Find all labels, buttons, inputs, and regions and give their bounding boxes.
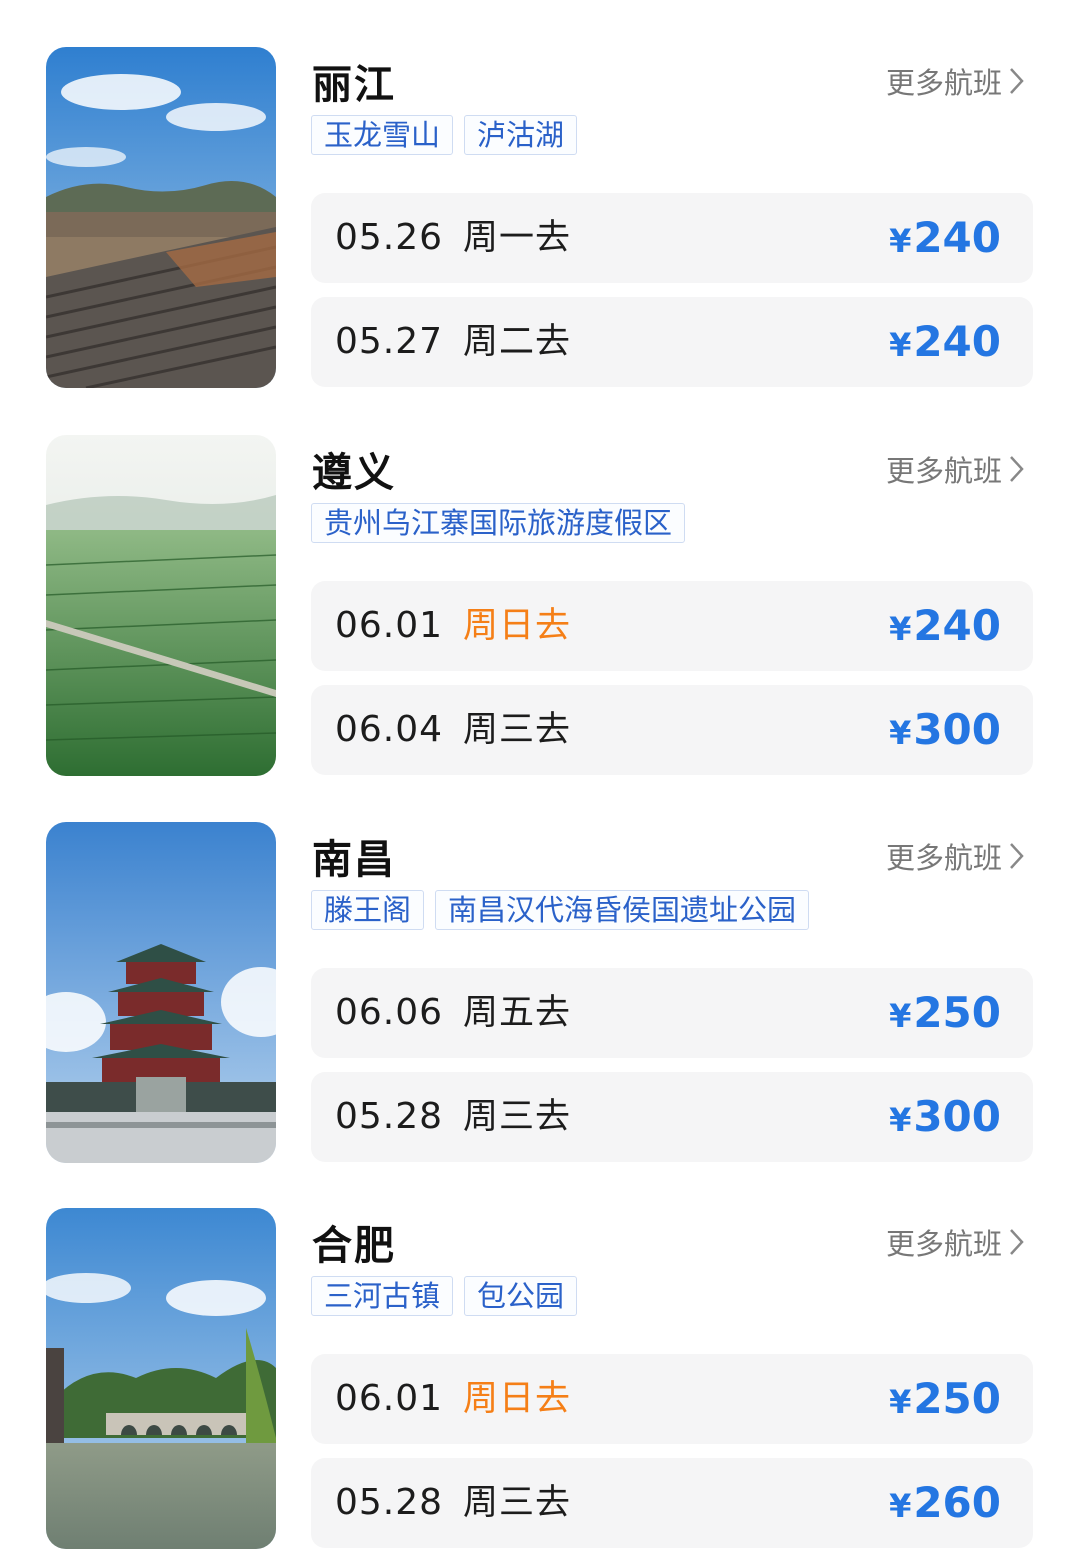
more-flights-label: 更多航班: [885, 454, 1002, 488]
more-flights-link[interactable]: 更多航班: [886, 448, 1028, 490]
flight-weekday: 周三去: [463, 710, 572, 750]
currency-symbol: ¥: [889, 1487, 912, 1525]
flight-option-row[interactable]: 05.27 周二去 ¥240: [311, 297, 1033, 387]
attraction-tag[interactable]: 三河古镇: [311, 1276, 454, 1316]
flight-weekday: 周二去: [463, 322, 572, 362]
more-flights-label: 更多航班: [885, 841, 1002, 875]
tengwang-pavilion-image: [46, 822, 276, 1163]
flight-price: ¥240: [889, 193, 1001, 286]
flight-option-row[interactable]: 05.28 周三去 ¥260: [311, 1458, 1033, 1548]
flight-weekday: 周日去: [463, 606, 572, 646]
currency-symbol: ¥: [889, 997, 912, 1035]
flight-price: ¥240: [889, 581, 1001, 674]
flight-price: ¥300: [889, 1072, 1001, 1165]
destination-card-zunyi[interactable]: 遵义 更多航班 贵州乌江寨国际旅游度假区 06.01 周日去 ¥240 06.0…: [0, 388, 1080, 776]
flight-date: 05.28: [335, 1482, 444, 1523]
destination-photo-hefei[interactable]: [46, 1208, 276, 1549]
destination-photo-zunyi[interactable]: [46, 435, 276, 776]
flight-weekday: 周三去: [463, 1097, 572, 1137]
flight-option-row[interactable]: 06.01 周日去 ¥240: [311, 581, 1033, 671]
destination-photo-lijiang[interactable]: [46, 47, 276, 388]
flight-date: 06.06: [335, 992, 444, 1033]
city-name: 合肥: [312, 1223, 396, 1269]
flight-price: ¥240: [889, 297, 1001, 390]
flight-date: 05.26: [335, 217, 444, 258]
flight-date: 06.04: [335, 709, 444, 750]
flight-weekday: 周三去: [463, 1483, 572, 1523]
destination-card-lijiang[interactable]: 丽江 更多航班 玉龙雪山 泸沽湖 05.26 周一去 ¥240 05.27 周二…: [0, 0, 1080, 388]
attraction-tag[interactable]: 包公园: [464, 1276, 578, 1316]
chevron-right-icon: [1010, 843, 1024, 869]
flight-date: 05.27: [335, 321, 444, 362]
attraction-tags: 滕王阁 南昌汉代海昏侯国遗址公园: [311, 890, 810, 930]
price-amount: 250: [913, 988, 1001, 1037]
currency-symbol: ¥: [889, 714, 912, 752]
flight-option-row[interactable]: 05.28 周三去 ¥300: [311, 1072, 1033, 1162]
price-amount: 300: [913, 1092, 1001, 1141]
currency-symbol: ¥: [889, 1101, 912, 1139]
attraction-tags: 三河古镇 包公园: [311, 1276, 578, 1316]
attraction-tag[interactable]: 贵州乌江寨国际旅游度假区: [311, 503, 686, 543]
currency-symbol: ¥: [889, 1383, 912, 1421]
destination-photo-nanchang[interactable]: [46, 822, 276, 1163]
flight-weekday: 周日去: [463, 1379, 572, 1419]
price-amount: 300: [913, 705, 1001, 754]
price-amount: 240: [913, 213, 1001, 262]
flight-price: ¥260: [889, 1458, 1001, 1551]
city-name: 丽江: [312, 62, 396, 108]
chevron-right-icon: [1010, 456, 1024, 482]
price-amount: 240: [913, 601, 1001, 650]
chevron-right-icon: [1010, 68, 1024, 94]
attraction-tag[interactable]: 滕王阁: [311, 890, 425, 930]
flight-weekday: 周一去: [463, 218, 572, 258]
currency-symbol: ¥: [889, 222, 912, 260]
price-amount: 260: [913, 1478, 1001, 1527]
price-amount: 250: [913, 1374, 1001, 1423]
currency-symbol: ¥: [889, 610, 912, 648]
flight-option-row[interactable]: 06.06 周五去 ¥250: [311, 968, 1033, 1058]
flight-price: ¥250: [889, 968, 1001, 1061]
more-flights-link[interactable]: 更多航班: [886, 835, 1028, 877]
flight-price: ¥250: [889, 1354, 1001, 1447]
city-name: 遵义: [312, 450, 396, 496]
flight-date: 06.01: [335, 605, 444, 646]
attraction-tag[interactable]: 玉龙雪山: [311, 115, 454, 155]
more-flights-link[interactable]: 更多航班: [886, 60, 1028, 102]
city-name: 南昌: [312, 837, 396, 883]
more-flights-link[interactable]: 更多航班: [886, 1221, 1028, 1263]
lijiang-old-town-image: [46, 47, 276, 388]
more-flights-label: 更多航班: [885, 66, 1002, 100]
hefei-stone-bridge-image: [46, 1208, 276, 1549]
chevron-right-icon: [1010, 1229, 1024, 1255]
flight-option-row[interactable]: 05.26 周一去 ¥240: [311, 193, 1033, 283]
zunyi-tea-fields-image: [46, 435, 276, 776]
flight-weekday: 周五去: [463, 993, 572, 1033]
attraction-tags: 贵州乌江寨国际旅游度假区: [311, 503, 686, 543]
flight-price: ¥300: [889, 685, 1001, 778]
destination-card-hefei[interactable]: 合肥 更多航班 三河古镇 包公园 06.01 周日去 ¥250 05.28 周三…: [0, 1161, 1080, 1549]
attraction-tag[interactable]: 泸沽湖: [464, 115, 578, 155]
attraction-tags: 玉龙雪山 泸沽湖: [311, 115, 578, 155]
flight-option-row[interactable]: 06.01 周日去 ¥250: [311, 1354, 1033, 1444]
attraction-tag[interactable]: 南昌汉代海昏侯国遗址公园: [435, 890, 810, 930]
currency-symbol: ¥: [889, 326, 912, 364]
flight-date: 05.28: [335, 1096, 444, 1137]
price-amount: 240: [913, 317, 1001, 366]
flight-option-row[interactable]: 06.04 周三去 ¥300: [311, 685, 1033, 775]
flight-date: 06.01: [335, 1378, 444, 1419]
more-flights-label: 更多航班: [885, 1227, 1002, 1261]
destination-card-nanchang[interactable]: 南昌 更多航班 滕王阁 南昌汉代海昏侯国遗址公园 06.06 周五去 ¥250 …: [0, 775, 1080, 1163]
